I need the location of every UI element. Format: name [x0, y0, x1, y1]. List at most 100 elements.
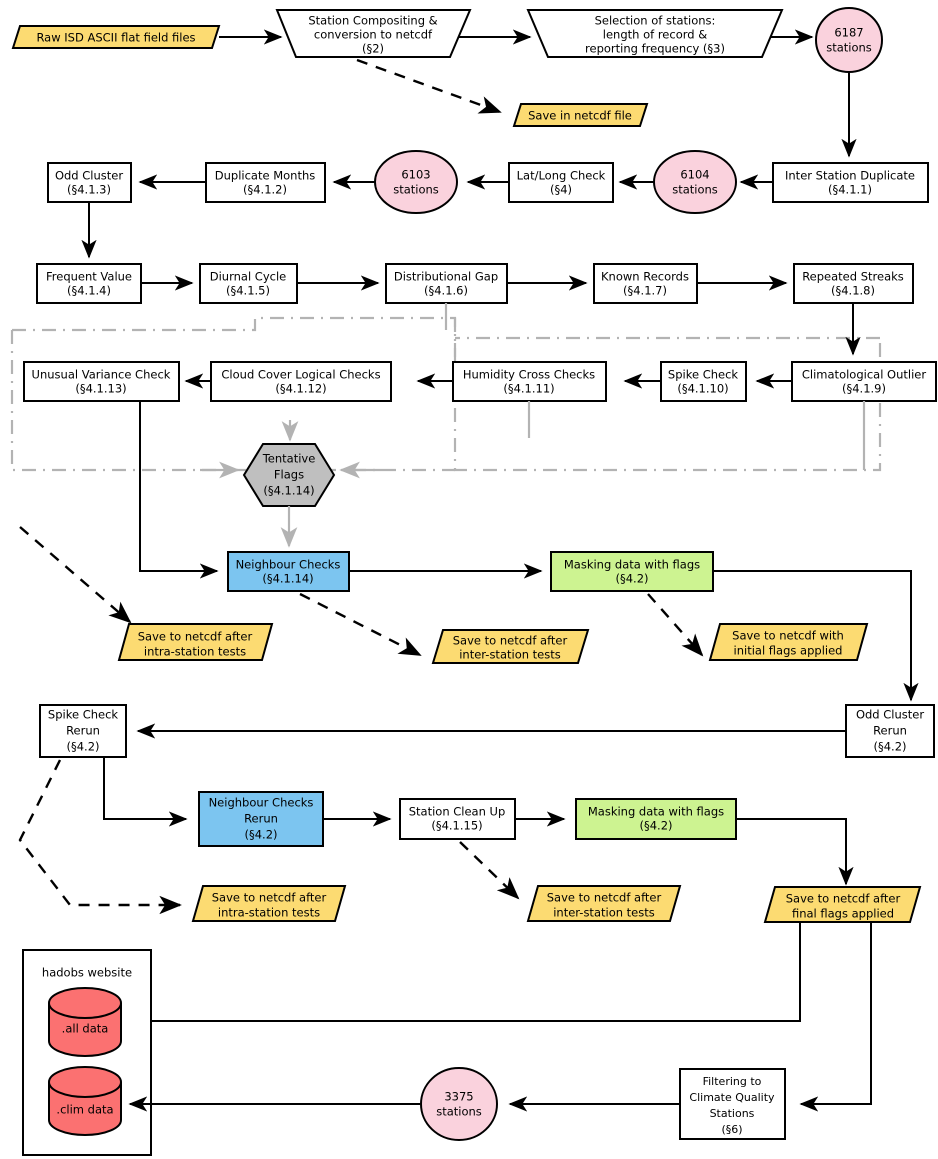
clim-data-body [48, 1066, 122, 1136]
tentative-flags-line1: Tentative [262, 452, 316, 466]
unusual-variance-check-line2: (§4.1.13) [75, 382, 126, 396]
distributional-gap-line2: (§4.1.6) [424, 284, 468, 298]
node-selection-stations[interactable]: Selection of stations: length of record … [526, 9, 784, 58]
latlong-check-line1: Lat/Long Check [517, 169, 606, 183]
spike-check-rerun-line1: Spike Check [48, 708, 118, 722]
node-inter-station-duplicate[interactable]: Inter Station Duplicate (§4.1.1) [772, 162, 929, 203]
distributional-gap-line1: Distributional Gap [394, 270, 498, 284]
node-odd-cluster-rerun[interactable]: Odd Cluster Rerun (§4.2) [845, 704, 935, 758]
masking-initial-line1: Masking data with flags [564, 558, 700, 572]
masking-final-line2: (§4.2) [639, 819, 672, 833]
humidity-cross-checks-line1: Humidity Cross Checks [463, 368, 595, 382]
node-cloud-cover-logical-checks[interactable]: Cloud Cover Logical Checks (§4.1.12) [210, 361, 392, 402]
node-station-clean-up[interactable]: Station Clean Up (§4.1.15) [399, 798, 516, 840]
node-save-intra-2[interactable]: Save to netcdf after intra-station tests [191, 885, 347, 922]
filtering-line3: Stations [710, 1107, 755, 1120]
node-filtering-climate-quality[interactable]: Filtering to Climate Quality Stations (§… [679, 1068, 786, 1140]
stations-3375-line2: stations [436, 1105, 482, 1119]
filtering-line1: Filtering to [703, 1075, 762, 1088]
node-duplicate-months[interactable]: Duplicate Months (§4.1.2) [205, 162, 326, 203]
edge-masking-final-to-save-final [736, 818, 854, 886]
neighbour-checks-rerun-line3: (§4.2) [244, 828, 277, 842]
inter-station-duplicate-line2: (§4.1.1) [828, 183, 872, 197]
node-frequent-value[interactable]: Frequent Value (§4.1.4) [36, 263, 142, 304]
station-clean-up-line2: (§4.1.15) [431, 819, 482, 833]
node-save-inter-2[interactable]: Save to netcdf after inter-station tests [526, 885, 682, 922]
hadobs-website-label: hadobs website [42, 966, 132, 980]
node-latlong-check[interactable]: Lat/Long Check (§4) [508, 162, 614, 203]
tentative-flags-line3: (§4.1.14) [263, 484, 314, 498]
save-inter-2-line1: Save to netcdf after [547, 891, 662, 905]
node-spike-check[interactable]: Spike Check (§4.1.10) [660, 361, 747, 402]
station-clean-up-line1: Station Clean Up [409, 805, 506, 819]
node-known-records[interactable]: Known Records (§4.1.7) [593, 263, 698, 304]
humidity-cross-checks-line2: (§4.1.11) [503, 382, 554, 396]
node-stations-6103[interactable]: 6103 stations [374, 150, 458, 214]
repeated-streaks-line2: (§4.1.8) [831, 284, 875, 298]
node-masking-final[interactable]: Masking data with flags (§4.2) [575, 798, 737, 840]
node-tentative-flags[interactable]: Tentative Flags (§4.1.14) [242, 443, 336, 507]
node-stations-3375[interactable]: 3375 stations [420, 1067, 498, 1141]
neighbour-checks-line2: (§4.1.14) [262, 572, 313, 586]
filtering-line2: Climate Quality [689, 1091, 775, 1104]
node-save-initial-flags[interactable]: Save to netcdf with initial flags applie… [708, 623, 869, 661]
edge-dash-to-save-inter-2 [459, 841, 520, 900]
diurnal-cycle-line1: Diurnal Cycle [210, 270, 286, 284]
save-final-flags-line1: Save to netcdf after [786, 892, 901, 906]
stations-6104-line2: stations [672, 183, 718, 197]
odd-cluster-rerun-line3: (§4.2) [873, 740, 906, 754]
node-repeated-streaks[interactable]: Repeated Streaks (§4.1.8) [793, 263, 914, 304]
raw-files-label: Raw ISD ASCII flat field files [36, 31, 195, 45]
latlong-check-line2: (§4) [550, 183, 572, 197]
save-final-flags-line2: final flags applied [792, 907, 894, 921]
node-all-data[interactable]: .all data [48, 987, 122, 1057]
node-odd-cluster[interactable]: Odd Cluster (§4.1.3) [47, 162, 132, 203]
edge-dash-to-save-initial-flags [647, 593, 704, 657]
node-save-inter-1[interactable]: Save to netcdf after inter-station tests [431, 629, 590, 664]
node-save-final-flags[interactable]: Save to netcdf after final flags applied [763, 886, 922, 923]
node-clim-data[interactable]: .clim data [48, 1066, 122, 1136]
edge-compositing-to-save [356, 58, 502, 114]
node-masking-initial[interactable]: Masking data with flags (§4.2) [550, 551, 714, 592]
save-netcdf-file-label: Save in netcdf file [528, 109, 632, 123]
known-records-line1: Known Records [601, 270, 689, 284]
unusual-variance-check-line1: Unusual Variance Check [32, 368, 171, 382]
node-climatological-outlier[interactable]: Climatological Outlier (§4.1.9) [791, 361, 937, 402]
masking-initial-line2: (§4.2) [615, 572, 648, 586]
node-humidity-cross-checks[interactable]: Humidity Cross Checks (§4.1.11) [452, 361, 607, 402]
node-unusual-variance-check[interactable]: Unusual Variance Check (§4.1.13) [23, 361, 180, 402]
node-station-compositing[interactable]: Station Compositing & conversion to netc… [275, 9, 472, 58]
stations-6187-line1: 6187 [834, 26, 863, 40]
node-diurnal-cycle[interactable]: Diurnal Cycle (§4.1.5) [199, 263, 298, 304]
tentative-flags-line2: Flags [274, 468, 304, 482]
diurnal-cycle-line2: (§4.1.5) [226, 284, 270, 298]
save-intra-1-line1: Save to netcdf after [138, 630, 253, 644]
odd-cluster-rerun-line2: Rerun [873, 724, 907, 738]
save-inter-1-line1: Save to netcdf after [453, 634, 568, 648]
all-data-label: .all data [62, 1022, 109, 1036]
node-stations-6187[interactable]: 6187 stations [815, 7, 883, 73]
edge-save-final-to-filtering [799, 922, 872, 1112]
node-raw-files[interactable]: Raw ISD ASCII flat field files [11, 25, 221, 49]
node-distributional-gap[interactable]: Distributional Gap (§4.1.6) [385, 263, 508, 304]
neighbour-checks-line1: Neighbour Checks [236, 558, 341, 572]
save-intra-1-line2: intra-station tests [144, 645, 246, 659]
flowchart-canvas: Raw ISD ASCII flat field files Station C… [0, 0, 938, 1159]
edge-dash-to-save-intra-1 [19, 526, 132, 624]
flowchart-svg: Raw ISD ASCII flat field files Station C… [10, 7, 937, 1156]
node-neighbour-checks[interactable]: Neighbour Checks (§4.1.14) [227, 551, 350, 592]
odd-cluster-rerun-line1: Odd Cluster [856, 708, 924, 722]
node-save-intra-1[interactable]: Save to netcdf after intra-station tests [117, 623, 274, 661]
filtering-line4: (§6) [721, 1123, 742, 1136]
stations-6103-line2: stations [393, 183, 439, 197]
odd-cluster-line2: (§4.1.3) [67, 183, 111, 197]
node-neighbour-checks-rerun[interactable]: Neighbour Checks Rerun (§4.2) [198, 791, 324, 847]
selection-stations-line2: length of record & [603, 28, 707, 42]
node-stations-6104[interactable]: 6104 stations [653, 150, 737, 214]
node-save-netcdf-file[interactable]: Save in netcdf file [512, 103, 649, 127]
node-spike-check-rerun[interactable]: Spike Check Rerun (§4.2) [39, 704, 127, 758]
stations-3375-line1: 3375 [444, 1090, 473, 1104]
masking-final-line1: Masking data with flags [588, 805, 724, 819]
station-compositing-line1: Station Compositing & [308, 14, 437, 28]
cloud-cover-logical-checks-line1: Cloud Cover Logical Checks [221, 368, 380, 382]
